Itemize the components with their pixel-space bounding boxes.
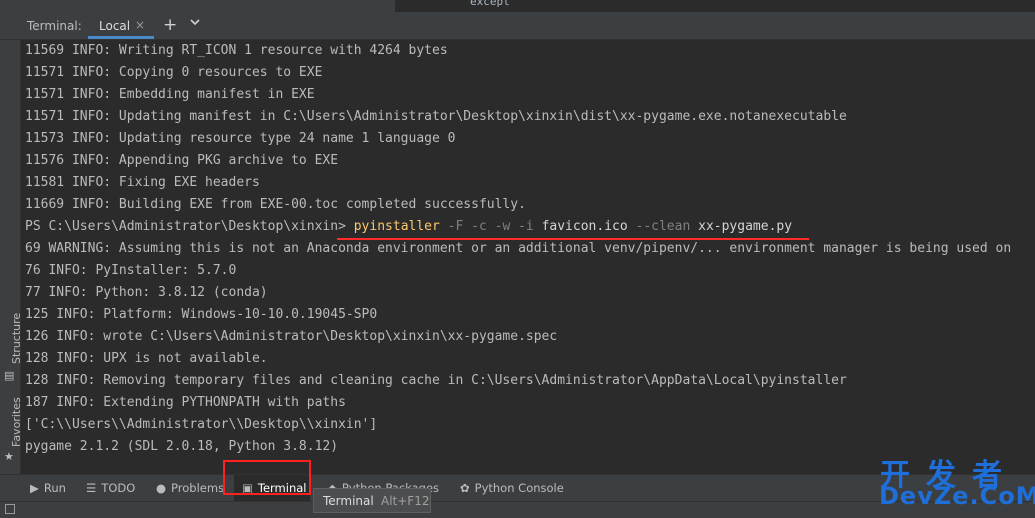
command-name: pyinstaller [353, 219, 440, 234]
terminal-line: 77 INFO: Python: 3.8.12 (conda) [25, 285, 268, 300]
editor-top-strip: except [0, 0, 1035, 12]
sidebar-item-structure[interactable]: Structure ▤ [0, 308, 23, 388]
terminal-line: 128 INFO: Removing temporary files and c… [25, 373, 847, 388]
tool-tab-problems[interactable]: ● Problems [156, 481, 224, 495]
tool-tab-todo[interactable]: ☰ TODO [86, 481, 135, 495]
tool-tab-run[interactable]: ▶ Run [30, 481, 66, 495]
tab-local-label: Local [99, 19, 131, 33]
terminal-line: 125 INFO: Platform: Windows-10-10.0.1904… [25, 307, 378, 322]
command-script-arg: xx-pygame.py [690, 219, 793, 234]
red-highlight-box [223, 460, 311, 495]
tool-tab-python-console[interactable]: ✿ Python Console [460, 481, 564, 495]
editor-code-fragment: except [470, 0, 510, 8]
structure-icon: ▤ [4, 369, 15, 382]
problems-label: Problems [171, 481, 225, 495]
terminal-line: 11571 INFO: Copying 0 resources to EXE [25, 65, 323, 80]
terminal-line: 11571 INFO: Updating manifest in C:\User… [25, 109, 847, 124]
terminal-tab-bar: Terminal: Local × + [0, 12, 1035, 40]
python-console-icon: ✿ [460, 481, 470, 495]
sidebar-item-favorites[interactable]: Favorites ★ [0, 395, 23, 465]
command-options: -F -c -w -i [439, 219, 534, 234]
command-clean-option: --clean [627, 219, 691, 234]
run-label: Run [43, 481, 66, 495]
terminal-line: pygame 2.1.2 (SDL 2.0.18, Python 3.8.12) [25, 439, 339, 454]
chevron-down-icon[interactable] [189, 16, 201, 28]
todo-label: TODO [101, 481, 136, 495]
left-tool-strip: Structure ▤ Favorites ★ [0, 40, 23, 474]
python-console-label: Python Console [474, 481, 564, 495]
star-icon: ★ [4, 450, 14, 463]
toggle-tool-windows-icon[interactable] [5, 504, 15, 514]
watermark-en-text: DevZe.CoM [879, 482, 1035, 510]
tab-local[interactable]: Local × [88, 12, 154, 39]
terminal-line: 187 INFO: Extending PYTHONPATH with path… [25, 395, 346, 410]
terminal-line: 11576 INFO: Appending PKG archive to EXE [25, 153, 339, 168]
terminal-line: ['C:\\Users\\Administrator\\Desktop\\xin… [25, 417, 378, 432]
tooltip-shortcut: Alt+F12 [381, 494, 430, 508]
run-icon: ▶ [30, 481, 39, 495]
problems-icon: ● [156, 481, 167, 495]
editor-left-pane [0, 0, 395, 12]
new-tab-plus-icon[interactable]: + [163, 15, 177, 35]
terminal-panel-label: Terminal: [27, 19, 82, 33]
terminal-tooltip: Terminal Alt+F12 [313, 488, 431, 513]
terminal-line: 11581 INFO: Fixing EXE headers [25, 175, 260, 190]
shell-prompt: PS C:\Users\Administrator\Desktop\xinxin… [25, 219, 354, 234]
tooltip-title: Terminal [323, 494, 374, 508]
todo-icon: ☰ [86, 481, 97, 495]
close-icon[interactable]: × [135, 18, 145, 32]
devze-watermark-logo: 开发者 DevZe.CoM [876, 452, 1035, 514]
command-icon-arg: favicon.ico [533, 219, 628, 234]
terminal-line: 11573 INFO: Updating resource type 24 na… [25, 131, 456, 146]
terminal-line: 11571 INFO: Embedding manifest in EXE [25, 87, 315, 102]
terminal-line: 126 INFO: wrote C:\Users\Administrator\D… [25, 329, 558, 344]
terminal-line: 128 INFO: UPX is not available. [25, 351, 268, 366]
terminal-line: 11669 INFO: Building EXE from EXE-00.toc… [25, 197, 526, 212]
terminal-output[interactable]: 11569 INFO: Writing RT_ICON 1 resource w… [21, 40, 1035, 474]
terminal-line: 69 WARNING: Assuming this is not an Anac… [25, 241, 1012, 256]
active-tab-indicator [88, 36, 154, 39]
terminal-line: 76 INFO: PyInstaller: 5.7.0 [25, 263, 237, 278]
command-line: PS C:\Users\Administrator\Desktop\xinxin… [25, 216, 792, 238]
terminal-line: 11569 INFO: Writing RT_ICON 1 resource w… [25, 43, 448, 58]
